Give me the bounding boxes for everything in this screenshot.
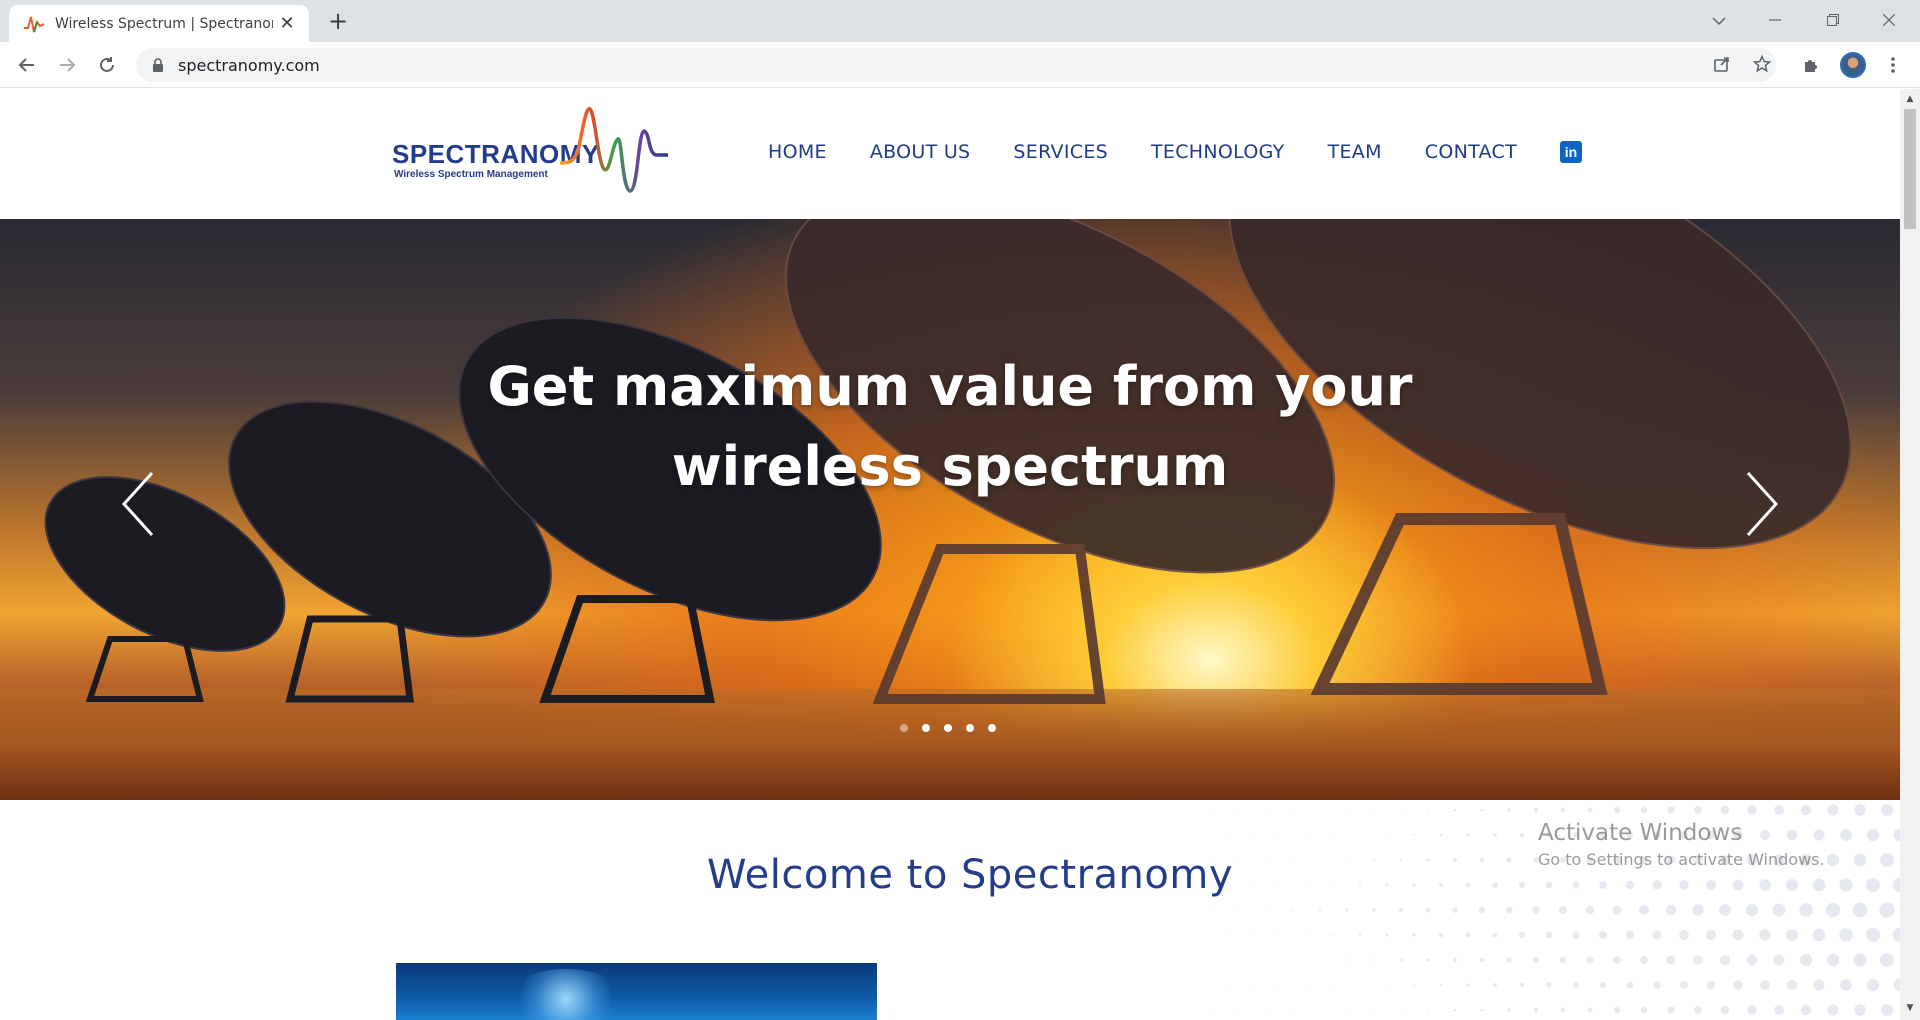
logo-wave-icon	[560, 107, 668, 193]
welcome-image	[396, 963, 877, 1020]
scroll-up-arrow-icon[interactable]: ▲	[1904, 93, 1916, 105]
nav-home[interactable]: HOME	[768, 141, 827, 163]
slider-next-arrow-icon[interactable]	[1740, 469, 1780, 539]
url-text: spectranomy.com	[178, 55, 320, 75]
activate-windows-watermark: Activate Windows Go to Settings to activ…	[1538, 820, 1825, 869]
nav-team[interactable]: TEAM	[1328, 141, 1382, 163]
spectranomy-favicon-icon	[24, 16, 45, 32]
slider-dot[interactable]	[944, 724, 952, 732]
restore-icon[interactable]	[1810, 6, 1856, 36]
web-page: Spectranomy Wireless Spectrum Management…	[0, 89, 1900, 1020]
browser-tab-strip: Wireless Spectrum | Spectranomy ✕ +	[0, 0, 1920, 42]
minimize-icon[interactable]	[1752, 6, 1798, 36]
linkedin-icon[interactable]: in	[1559, 141, 1582, 163]
logo-tagline: Wireless Spectrum Management	[394, 169, 548, 180]
slider-dot[interactable]	[988, 724, 996, 732]
watermark-line1: Activate Windows	[1538, 820, 1743, 846]
nav-about-us[interactable]: ABOUT US	[870, 141, 971, 163]
satellite-dishes-image	[44, 219, 1852, 704]
back-arrow-icon[interactable]	[12, 50, 42, 80]
forward-arrow-icon[interactable]	[52, 50, 82, 80]
new-tab-button[interactable]: +	[326, 8, 350, 34]
tab-search-icon[interactable]	[1696, 6, 1742, 36]
window-close-icon[interactable]	[1866, 6, 1912, 36]
hero-heading: Get maximum value from your wireless spe…	[450, 347, 1450, 507]
slider-prev-arrow-icon[interactable]	[120, 469, 160, 539]
extensions-puzzle-icon[interactable]	[1796, 50, 1826, 80]
slider-dot[interactable]	[966, 724, 974, 732]
browser-menu-icon[interactable]	[1878, 50, 1908, 80]
hero-heading-line2: wireless spectrum	[671, 435, 1229, 498]
main-nav: HOME ABOUT US SERVICES TECHNOLOGY TEAM C…	[768, 141, 1582, 163]
slider-dots	[900, 724, 1010, 732]
spectranomy-logo[interactable]: Spectranomy Wireless Spectrum Management	[390, 103, 670, 193]
hero-heading-line1: Get maximum value from your	[487, 355, 1413, 418]
scrollbar-thumb[interactable]	[1904, 109, 1916, 229]
hero-slider: Get maximum value from your wireless spe…	[0, 219, 1900, 800]
slider-dot[interactable]	[900, 724, 908, 732]
scroll-down-arrow-icon[interactable]: ▼	[1904, 1002, 1916, 1014]
nav-contact[interactable]: CONTACT	[1425, 141, 1517, 163]
nav-services[interactable]: SERVICES	[1013, 141, 1108, 163]
watermark-line2: Go to Settings to activate Windows.	[1538, 850, 1825, 869]
site-header: Spectranomy Wireless Spectrum Management…	[0, 89, 1900, 219]
bookmark-star-icon[interactable]	[1748, 50, 1776, 78]
address-bar[interactable]: spectranomy.com	[136, 48, 1776, 82]
browser-toolbar: spectranomy.com	[0, 42, 1920, 88]
lock-icon	[153, 58, 163, 72]
page-scrollbar[interactable]: ▲ ▼	[1900, 89, 1920, 1020]
reload-icon[interactable]	[92, 50, 122, 80]
tab-close-icon[interactable]: ✕	[277, 13, 297, 34]
tab-title: Wireless Spectrum | Spectranomy	[55, 15, 273, 32]
profile-avatar[interactable]	[1838, 50, 1868, 80]
browser-tab[interactable]: Wireless Spectrum | Spectranomy ✕	[9, 5, 309, 42]
slider-dot[interactable]	[922, 724, 930, 732]
nav-technology[interactable]: TECHNOLOGY	[1151, 141, 1285, 163]
share-icon[interactable]	[1708, 50, 1736, 78]
